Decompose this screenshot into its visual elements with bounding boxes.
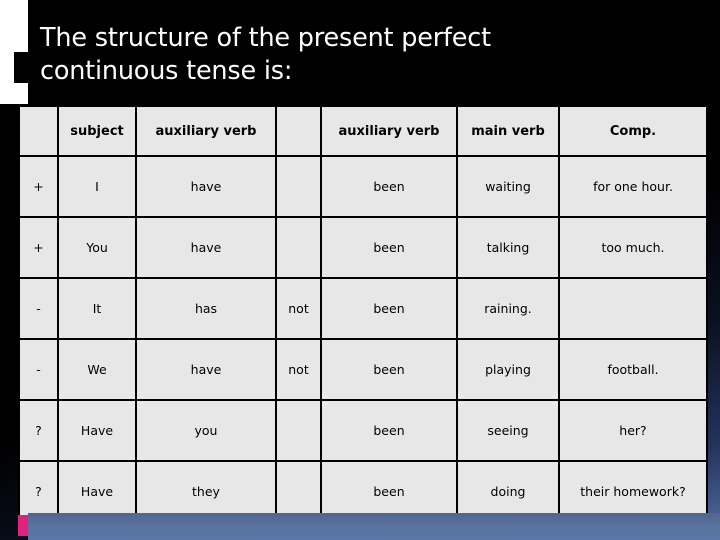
header-cell-mainverb: main verb xyxy=(456,105,560,157)
cell-negation xyxy=(275,155,322,218)
footer-blue-band xyxy=(28,513,720,540)
table-header-row: subject auxiliary verb auxiliary verb ma… xyxy=(18,105,708,157)
header-cell-aux2: auxiliary verb xyxy=(320,105,458,157)
cell-comp: for one hour. xyxy=(558,155,708,218)
cell-negation: not xyxy=(275,338,322,401)
cell-subject: We xyxy=(57,338,137,401)
cell-mark: + xyxy=(18,216,59,279)
cell-comp: football. xyxy=(558,338,708,401)
cell-mainverb: playing xyxy=(456,338,560,401)
grammar-table-container: subject auxiliary verb auxiliary verb ma… xyxy=(18,105,708,523)
grammar-table: subject auxiliary verb auxiliary verb ma… xyxy=(18,105,708,523)
cell-aux1: you xyxy=(135,399,277,462)
cell-aux2: been xyxy=(320,216,458,279)
header-cell-comp: Comp. xyxy=(558,105,708,157)
cell-subject: It xyxy=(57,277,137,340)
header-cell-negation xyxy=(275,105,322,157)
page-title: The structure of the present perfect con… xyxy=(40,23,491,86)
header-cell-subject: subject xyxy=(57,105,137,157)
cell-subject: Have xyxy=(57,399,137,462)
slide-canvas: The structure of the present perfect con… xyxy=(0,0,720,540)
cell-comp: her? xyxy=(558,399,708,462)
cell-aux2: been xyxy=(320,277,458,340)
cell-negation xyxy=(275,216,322,279)
cell-mainverb: waiting xyxy=(456,155,560,218)
cell-mainverb: raining. xyxy=(456,277,560,340)
cell-aux2: been xyxy=(320,338,458,401)
header-cell-mark xyxy=(18,105,59,157)
pink-accent-decoration xyxy=(18,515,28,536)
table-row: + I have been waiting for one hour. xyxy=(18,155,708,218)
cell-aux1: have xyxy=(135,216,277,279)
cell-aux2: been xyxy=(320,155,458,218)
cell-aux1: has xyxy=(135,277,277,340)
cell-aux1: have xyxy=(135,338,277,401)
cell-mark: - xyxy=(18,277,59,340)
table-row: - We have not been playing football. xyxy=(18,338,708,401)
table-row: - It has not been raining. xyxy=(18,277,708,340)
table-row: + You have been talking too much. xyxy=(18,216,708,279)
cell-comp xyxy=(558,277,708,340)
left-black-tab-decoration xyxy=(14,52,29,83)
cell-negation: not xyxy=(275,277,322,340)
cell-aux2: been xyxy=(320,399,458,462)
cell-mainverb: seeing xyxy=(456,399,560,462)
table-row: ? Have you been seeing her? xyxy=(18,399,708,462)
header-cell-aux1: auxiliary verb xyxy=(135,105,277,157)
cell-subject: You xyxy=(57,216,137,279)
cell-mark: + xyxy=(18,155,59,218)
cell-aux1: have xyxy=(135,155,277,218)
cell-negation xyxy=(275,399,322,462)
cell-mark: - xyxy=(18,338,59,401)
cell-subject: I xyxy=(57,155,137,218)
cell-mark: ? xyxy=(18,399,59,462)
cell-comp: too much. xyxy=(558,216,708,279)
cell-mainverb: talking xyxy=(456,216,560,279)
